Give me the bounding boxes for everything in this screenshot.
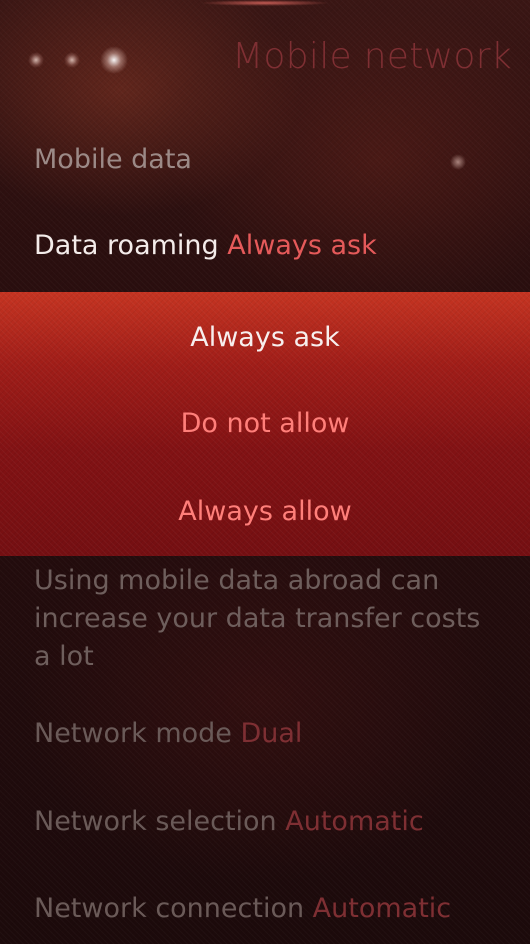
network-connection-value: Automatic xyxy=(312,893,452,924)
pulley-indicator xyxy=(200,0,330,6)
ambient-decoration xyxy=(28,46,128,74)
network-mode-combobox[interactable]: Network mode Dual xyxy=(34,718,302,749)
menu-item-always-ask[interactable]: Always ask xyxy=(0,322,530,353)
network-selection-combobox[interactable]: Network selection Automatic xyxy=(34,806,424,837)
network-mode-label: Network mode xyxy=(34,718,241,749)
settings-screen: Mobile network Mobile data Data roaming … xyxy=(0,0,530,944)
network-connection-combobox[interactable]: Network connection Automatic xyxy=(34,893,451,924)
data-roaming-combobox[interactable]: Data roaming Always ask xyxy=(34,230,377,261)
network-selection-label: Network selection xyxy=(34,806,286,837)
mobile-data-label: Mobile data xyxy=(34,144,192,175)
data-roaming-menu: Always ask Do not allow Always allow xyxy=(0,292,530,556)
mobile-data-switch[interactable]: Mobile data xyxy=(34,144,192,175)
network-mode-value: Dual xyxy=(240,718,303,749)
sparkle-icon xyxy=(450,154,466,170)
sparkle-icon xyxy=(28,52,44,68)
sparkle-icon xyxy=(64,52,80,68)
menu-item-do-not-allow[interactable]: Do not allow xyxy=(0,408,530,439)
data-roaming-value: Always ask xyxy=(227,230,377,261)
data-roaming-label: Data roaming xyxy=(34,230,228,261)
sparkle-icon xyxy=(100,46,128,74)
menu-item-always-allow[interactable]: Always allow xyxy=(0,496,530,527)
roaming-description: Using mobile data abroad can increase yo… xyxy=(34,565,481,672)
network-connection-label: Network connection xyxy=(34,893,313,924)
page-title: Mobile network xyxy=(232,36,512,77)
network-selection-value: Automatic xyxy=(285,806,424,837)
